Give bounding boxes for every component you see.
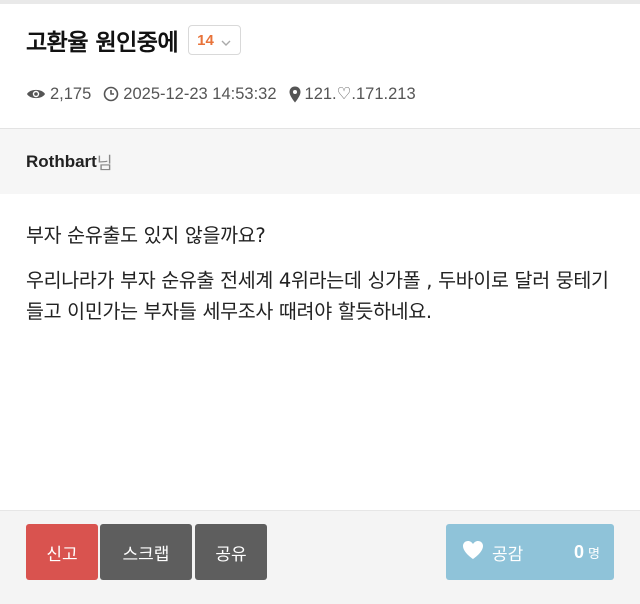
action-bar: 신고 스크랩 공유 공감 0 명 xyxy=(0,510,640,604)
scrap-button[interactable]: 스크랩 xyxy=(100,524,192,580)
report-button[interactable]: 신고 xyxy=(26,524,98,580)
author-honorific: 님 xyxy=(96,154,113,174)
like-label: 공감 xyxy=(492,544,524,565)
like-unit: 명 xyxy=(588,546,600,562)
comment-count: 14 xyxy=(197,31,214,49)
views-meta: 2,175 xyxy=(26,85,91,104)
comment-count-dropdown[interactable]: 14 xyxy=(188,25,241,55)
post-content: 부자 순유출도 있지 않을까요? 우리나라가 부자 순유출 전세계 4위라는데 … xyxy=(0,194,640,522)
content-paragraph: 부자 순유출도 있지 않을까요? xyxy=(26,224,266,247)
content-paragraph: 우리나라가 부자 순유출 전세계 4위라는데 싱가폴 , 두바이로 달러 뭉테기… xyxy=(26,269,609,323)
like-button[interactable]: 공감 0 명 xyxy=(446,524,614,580)
author-ip: 121.♡.171.213 xyxy=(304,85,416,103)
share-button[interactable]: 공유 xyxy=(195,524,267,580)
post-header: 고환율 원인중에 14 xyxy=(0,4,640,58)
ip-meta: 121.♡.171.213 xyxy=(289,84,416,104)
author-name[interactable]: Rothbart xyxy=(26,152,97,172)
post-title: 고환율 원인중에 xyxy=(26,30,179,56)
like-count-group: 0 명 xyxy=(574,542,614,563)
views-count: 2,175 xyxy=(50,84,92,103)
author-bar: Rothbart 님 xyxy=(0,128,640,194)
eye-icon xyxy=(26,87,46,101)
clock-icon xyxy=(103,86,119,102)
post-datetime: 2025-12-23 14:53:32 xyxy=(123,84,277,103)
datetime-meta: 2025-12-23 14:53:32 xyxy=(103,84,277,104)
like-count: 0 xyxy=(574,541,585,562)
chevron-down-icon xyxy=(220,34,232,46)
post-meta: 2,175 2025-12-23 14:53:32 121.♡.171.213 xyxy=(0,58,640,110)
map-marker-icon xyxy=(289,86,301,103)
heart-icon xyxy=(462,540,484,565)
